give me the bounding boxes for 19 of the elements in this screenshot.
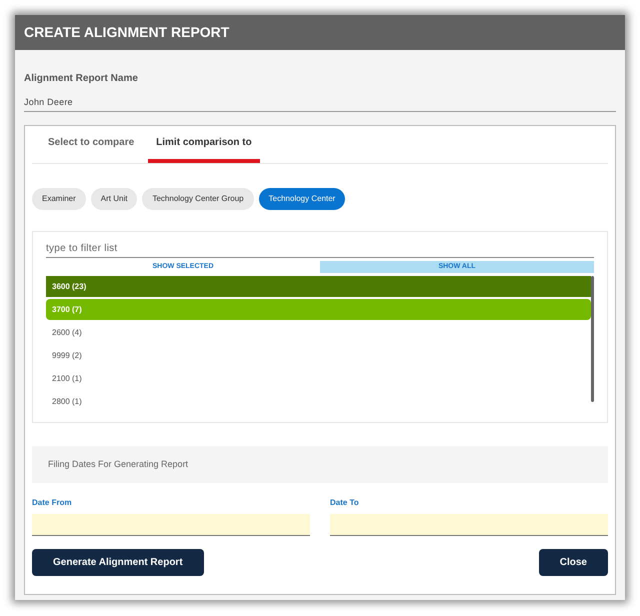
close-button[interactable]: Close xyxy=(538,549,608,576)
window-title: CREATE ALIGNMENT REPORT xyxy=(15,15,625,50)
tab[interactable]: Limit comparison to xyxy=(148,126,260,163)
name-field[interactable]: John Deere xyxy=(24,96,616,112)
date-label: Date From xyxy=(32,497,73,509)
scrollbar[interactable] xyxy=(591,276,594,402)
list-item[interactable]: 3600 (23) xyxy=(46,276,591,297)
filter-chip[interactable]: Technology Center Group xyxy=(142,188,254,210)
filter-field[interactable]: type to filter list xyxy=(46,239,594,258)
tab[interactable]: Select to compare xyxy=(40,126,142,163)
section-header: Filing Dates For Generating Report xyxy=(32,446,608,483)
date-field[interactable] xyxy=(32,514,310,536)
field-label: Alignment Report Name xyxy=(24,72,139,86)
filter-chip[interactable]: Examiner xyxy=(32,188,86,210)
filter-chip[interactable]: Art Unit xyxy=(90,188,138,210)
filter-chip[interactable]: Technology Center xyxy=(258,188,346,210)
date-label: Date To xyxy=(330,497,360,509)
generate-button[interactable]: Generate Alignment Report xyxy=(32,549,204,576)
date-field[interactable] xyxy=(330,514,608,536)
